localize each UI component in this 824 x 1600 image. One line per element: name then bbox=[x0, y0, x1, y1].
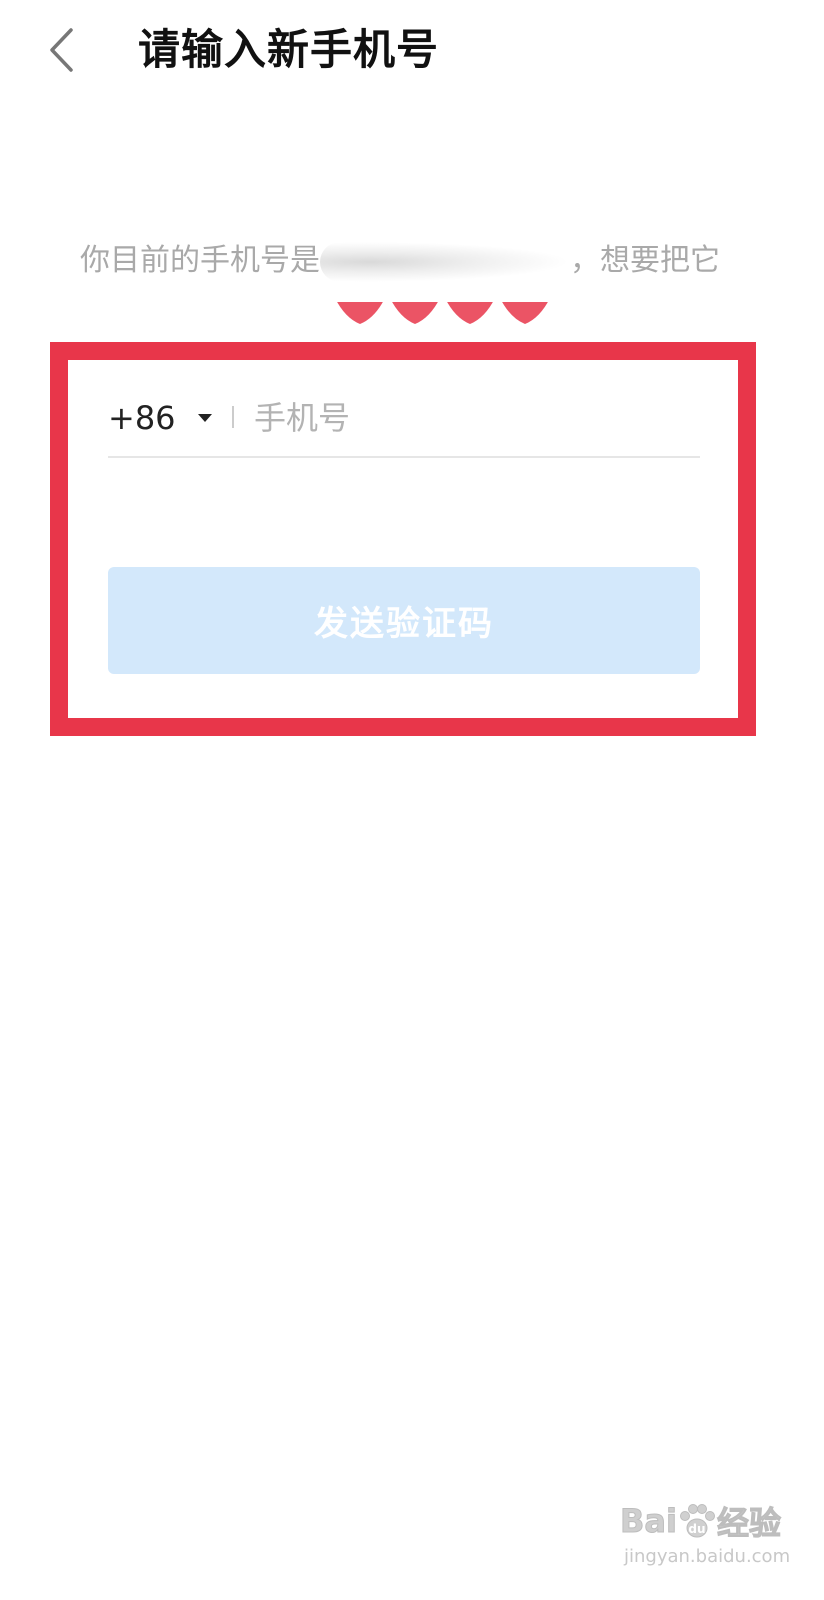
watermark-logo: Bai du 经验 bbox=[620, 1498, 782, 1544]
input-divider bbox=[232, 406, 234, 428]
phone-number-input[interactable] bbox=[254, 394, 674, 442]
paw-icon: du bbox=[679, 1504, 715, 1538]
country-code-selector[interactable]: +86 bbox=[108, 396, 212, 440]
chevron-left-icon bbox=[50, 28, 73, 72]
watermark-brand: Bai bbox=[620, 1502, 678, 1541]
back-button[interactable] bbox=[38, 22, 86, 78]
send-verification-code-button[interactable]: 发送验证码 bbox=[108, 567, 700, 674]
watermark-url: jingyan.baidu.com bbox=[624, 1546, 791, 1567]
caret-down-icon bbox=[197, 414, 212, 422]
country-code-label: +86 bbox=[108, 399, 176, 437]
watermark-brand-tail: 经验 bbox=[716, 1504, 781, 1543]
current-phone-description: 你目前的手机号是 ，想要把它 bbox=[80, 236, 780, 296]
svg-text:du: du bbox=[688, 1522, 705, 1536]
description-prefix: 你目前的手机号是 bbox=[80, 243, 320, 278]
redaction-marks bbox=[330, 296, 580, 324]
baidu-jingyan-watermark: Bai du 经验 jingyan.baidu.com bbox=[620, 1478, 800, 1588]
phone-input-row: +86 bbox=[108, 386, 700, 458]
header: 请输入新手机号 bbox=[0, 0, 824, 110]
redacted-phone-number bbox=[320, 241, 570, 282]
description-suffix: ，想要把它 bbox=[570, 243, 720, 278]
page-title: 请输入新手机号 bbox=[138, 25, 440, 74]
